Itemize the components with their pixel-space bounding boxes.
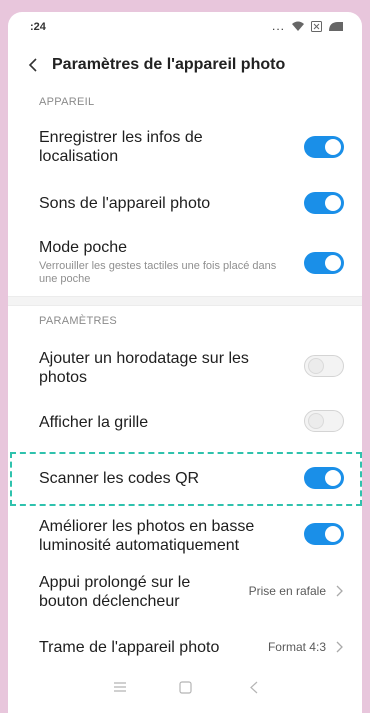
setting-label: Afficher la grille xyxy=(39,414,149,431)
setting-label: Sons de l'appareil photo xyxy=(39,195,211,212)
setting-label: Enregistrer les infos de localisation xyxy=(39,129,203,165)
header: Paramètres de l'appareil photo xyxy=(8,50,362,80)
status-bar: :24 ... xyxy=(8,12,362,42)
chevron-right-icon xyxy=(336,585,343,597)
wifi-icon xyxy=(291,21,305,32)
phone-screen: :24 ... Paramètres de l'appareil photo A… xyxy=(8,12,362,713)
setting-value: Format 4:3 xyxy=(267,640,326,654)
setting-appui-prolonge[interactable]: Appui prolongé sur le bouton déclencheur… xyxy=(8,571,362,621)
section-label-appareil: APPAREIL xyxy=(39,96,95,108)
section-divider xyxy=(8,296,362,306)
section-label-parametres: PARAMÈTRES xyxy=(39,315,117,327)
toggle-sons[interactable] xyxy=(304,192,344,214)
toggle-horodatage[interactable] xyxy=(304,355,344,377)
setting-sons[interactable]: Sons de l'appareil photo xyxy=(8,186,362,226)
setting-label: Mode poche xyxy=(39,239,128,256)
menu-nav-icon[interactable] xyxy=(113,681,127,693)
toggle-localisation[interactable] xyxy=(304,136,344,158)
setting-label: Améliorer les photos en basse luminosité… xyxy=(39,518,255,554)
setting-label: Trame de l'appareil photo xyxy=(39,639,220,656)
home-nav-icon[interactable] xyxy=(179,681,192,694)
setting-label: Appui prolongé sur le bouton déclencheur xyxy=(39,574,191,610)
navigation-bar xyxy=(8,667,362,713)
sim-icon xyxy=(311,20,322,32)
setting-label: Scanner les codes QR xyxy=(39,470,200,487)
setting-mode-poche[interactable]: Mode poche Verrouiller les gestes tactil… xyxy=(8,234,362,296)
setting-description: Verrouiller les gestes tactiles une fois… xyxy=(39,260,277,285)
setting-label: Ajouter un horodatage sur les photos xyxy=(39,350,249,386)
setting-localisation[interactable]: Enregistrer les infos de localisation xyxy=(8,125,362,175)
page-title: Paramètres de l'appareil photo xyxy=(52,56,286,73)
setting-grille[interactable]: Afficher la grille xyxy=(8,408,362,448)
back-nav-icon[interactable] xyxy=(249,681,259,694)
setting-horodatage[interactable]: Ajouter un horodatage sur les photos xyxy=(8,346,362,396)
setting-value: Prise en rafale xyxy=(248,584,326,598)
toggle-mode-poche[interactable] xyxy=(304,252,344,274)
setting-trame[interactable]: Trame de l'appareil photo Format 4:3 xyxy=(8,632,362,664)
more-dots-icon: ... xyxy=(271,19,285,33)
status-icons: ... xyxy=(272,19,344,33)
status-time: :24 xyxy=(30,21,46,33)
setting-basse-luminosite[interactable]: Améliorer les photos en basse luminosité… xyxy=(8,515,362,565)
back-arrow-icon[interactable] xyxy=(26,57,42,73)
battery-icon xyxy=(328,21,344,32)
toggle-qr[interactable] xyxy=(304,467,344,489)
toggle-basse-luminosite[interactable] xyxy=(304,523,344,545)
chevron-right-icon xyxy=(336,641,343,653)
toggle-grille[interactable] xyxy=(304,410,344,432)
setting-qr[interactable]: Scanner les codes QR xyxy=(8,460,362,500)
